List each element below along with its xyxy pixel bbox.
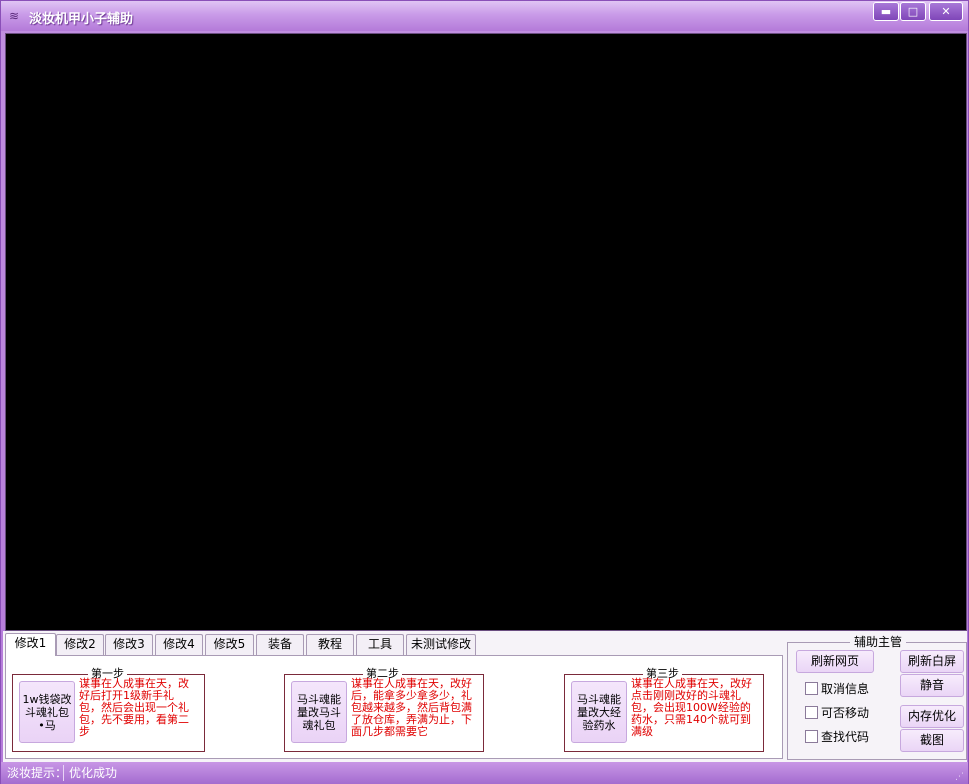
- tab-tools[interactable]: 工具: [356, 634, 404, 655]
- title-bar[interactable]: ≋ 淡妆机甲小子辅助 ▬ □ ✕: [1, 1, 968, 31]
- cancel-info-checkbox[interactable]: 取消信息: [805, 681, 869, 697]
- checkbox-label: 可否移动: [821, 706, 870, 720]
- find-code-checkbox[interactable]: 查找代码: [805, 729, 869, 745]
- tab-mod5[interactable]: 修改5: [205, 634, 254, 655]
- status-divider: [63, 765, 64, 781]
- tab-equipment[interactable]: 装备: [256, 634, 304, 655]
- status-bar: 淡妆提示： 优化成功 ⋰: [1, 762, 968, 784]
- step2-button[interactable]: 马斗魂能量改马斗魂礼包: [291, 681, 347, 743]
- step-group-2: 第二步 马斗魂能量改马斗魂礼包 谋事在人成事在天，改好后，能拿多少拿多少，礼包越…: [284, 667, 484, 752]
- status-text: 优化成功: [69, 766, 118, 780]
- step3-button[interactable]: 马斗魂能量改大经验药水: [571, 681, 627, 743]
- step1-button[interactable]: 1w钱袋改斗魂礼包•马: [19, 681, 75, 743]
- minimize-button[interactable]: ▬: [873, 2, 899, 21]
- checkbox-label: 查找代码: [821, 730, 870, 744]
- mute-button[interactable]: 静音: [900, 674, 964, 697]
- maximize-icon: □: [907, 5, 919, 18]
- checkbox-label: 取消信息: [821, 682, 870, 696]
- movable-checkbox[interactable]: 可否移动: [805, 705, 869, 721]
- tab-untested[interactable]: 未测试修改: [406, 634, 476, 655]
- helper-group-title: 辅助主管: [850, 635, 907, 649]
- minimize-icon: ▬: [880, 5, 892, 18]
- maximize-button[interactable]: □: [900, 2, 926, 21]
- helper-group: 辅助主管 刷新网页 刷新白屏 静音 内存优化 截图 取消信息 可否移动 查找代码: [787, 635, 967, 760]
- app-icon: ≋: [9, 9, 20, 23]
- tab-mod2[interactable]: 修改2: [56, 634, 104, 655]
- main-window: ≋ 淡妆机甲小子辅助 ▬ □ ✕ 修改1 修改2 修改3 修改4 修改5 装备 …: [0, 0, 969, 784]
- tab-mod1[interactable]: 修改1: [5, 633, 56, 656]
- step-group-1: 第一步 1w钱袋改斗魂礼包•马 谋事在人成事在天，改好后打开1级新手礼包，然后会…: [12, 667, 205, 752]
- checkbox-icon[interactable]: [805, 682, 818, 695]
- step-description: 谋事在人成事在天，改好点击刚刚改好的斗魂礼包，会出现100W经验的药水，只需14…: [631, 677, 752, 738]
- checkbox-icon[interactable]: [805, 706, 818, 719]
- refresh-page-button[interactable]: 刷新网页: [796, 650, 874, 673]
- memory-optimize-button[interactable]: 内存优化: [900, 705, 964, 728]
- status-label: 淡妆提示：: [7, 766, 68, 780]
- tab-tutorial[interactable]: 教程: [306, 634, 354, 655]
- close-icon: ✕: [941, 5, 951, 18]
- tab-mod3[interactable]: 修改3: [105, 634, 153, 655]
- game-display[interactable]: [5, 33, 967, 631]
- window-title: 淡妆机甲小子辅助: [29, 12, 134, 27]
- step-description: 谋事在人成事在天，改好后打开1级新手礼包，然后会出现一个礼包，先不要用，看第二步: [79, 677, 189, 738]
- checkbox-icon[interactable]: [805, 730, 818, 743]
- tab-mod4[interactable]: 修改4: [155, 634, 203, 655]
- step-group-3: 第三步 马斗魂能量改大经验药水 谋事在人成事在天，改好点击刚刚改好的斗魂礼包，会…: [564, 667, 764, 752]
- resize-grip-icon[interactable]: ⋰: [955, 772, 965, 782]
- close-button[interactable]: ✕: [929, 2, 963, 21]
- step-description: 谋事在人成事在天，改好后，能拿多少拿多少，礼包越来越多，然后背包满了放仓库，弄满…: [351, 677, 472, 738]
- refresh-white-button[interactable]: 刷新白屏: [900, 650, 964, 673]
- tab-content: 第一步 1w钱袋改斗魂礼包•马 谋事在人成事在天，改好后打开1级新手礼包，然后会…: [5, 655, 783, 759]
- screenshot-button[interactable]: 截图: [900, 729, 964, 752]
